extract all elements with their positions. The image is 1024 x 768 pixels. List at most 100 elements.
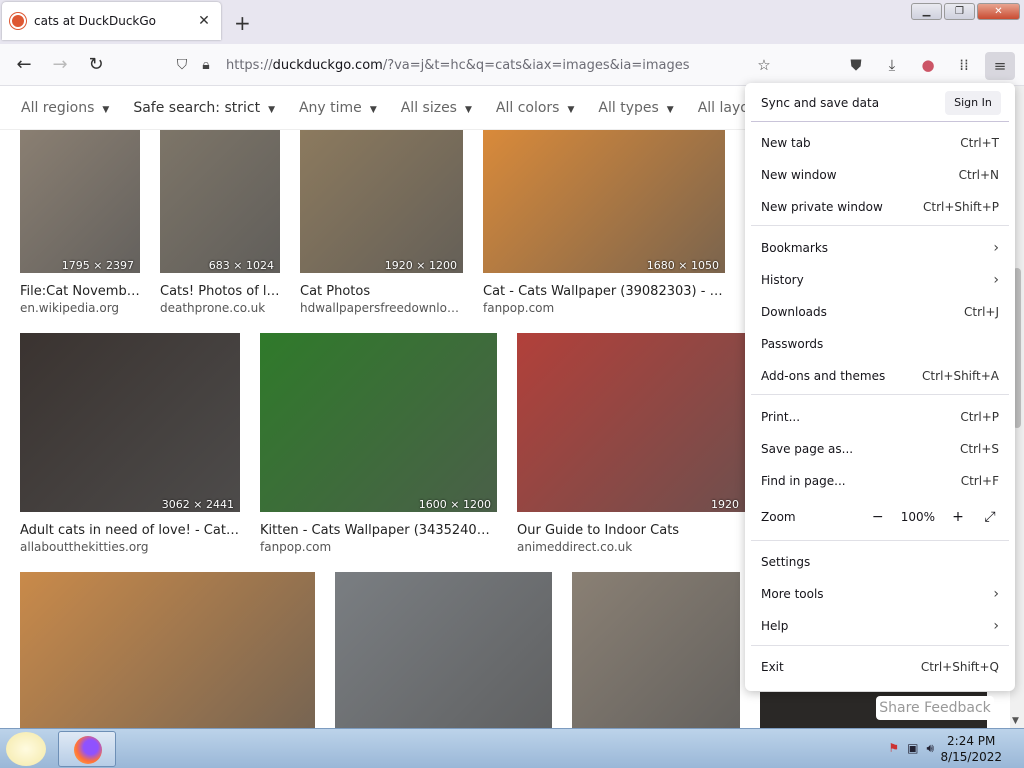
menu-history[interactable]: History › [761, 270, 999, 290]
result-title[interactable]: File:Cat November... [20, 284, 140, 299]
image-result[interactable]: 1795 × 2397 File:Cat November... en.wiki… [20, 130, 140, 315]
filter-time[interactable]: Any time ▼ [299, 100, 377, 116]
result-thumbnail[interactable]: 1600 × 1200 [260, 333, 497, 512]
volume-icon[interactable]: 🔊︎ [926, 741, 934, 756]
menu-more-tools[interactable]: More tools › [761, 584, 999, 604]
image-result[interactable]: 1920 Our Guide to Indoor Cats animeddire… [517, 333, 745, 554]
result-title[interactable]: Kitten - Cats Wallpaper (34352405) - F..… [260, 523, 497, 538]
fullscreen-icon[interactable]: ⤢ [981, 509, 999, 525]
menu-bookmarks[interactable]: Bookmarks › [761, 238, 999, 258]
filter-types[interactable]: All types ▼ [598, 100, 673, 116]
reload-icon[interactable]: ↻ [84, 53, 108, 77]
window-close-button[interactable]: ✕ [977, 3, 1020, 20]
menu-help[interactable]: Help › [761, 616, 999, 636]
minimize-button[interactable]: ▁ [911, 3, 942, 20]
image-dimensions: 1795 × 2397 [61, 259, 134, 272]
bookmark-star-icon[interactable]: ☆ [754, 56, 774, 76]
image-result[interactable]: 1680 × 1050 Cat - Cats Wallpaper (390823… [483, 130, 725, 315]
result-thumbnail[interactable]: 1680 × 1050 [483, 130, 725, 273]
result-thumbnail[interactable]: 1920 [517, 333, 745, 512]
menu-label: Find in page... [761, 474, 846, 488]
result-title[interactable]: Cat - Cats Wallpaper (39082303) - Fan... [483, 284, 725, 299]
result-thumbnail[interactable]: 1920 × 1200 [300, 130, 463, 273]
menu-separator [751, 394, 1009, 395]
back-icon[interactable]: ← [12, 53, 36, 77]
menu-shortcut: Ctrl+J [964, 305, 999, 319]
menu-find-in-page[interactable]: Find in page... Ctrl+F [761, 471, 999, 491]
image-result[interactable]: 1600 × 1200 Kitten - Cats Wallpaper (343… [260, 333, 497, 554]
zoom-out-button[interactable]: − [869, 509, 887, 525]
zoom-in-button[interactable]: + [949, 509, 967, 525]
menu-new-window[interactable]: New window Ctrl+N [761, 165, 999, 185]
menu-addons[interactable]: Add-ons and themes Ctrl+Shift+A [761, 366, 999, 386]
start-button[interactable] [6, 732, 46, 766]
action-center-icon[interactable]: ⚑ [888, 741, 899, 756]
menu-shortcut: Ctrl+S [959, 442, 999, 456]
menu-save-page[interactable]: Save page as... Ctrl+S [761, 439, 999, 459]
sign-in-button[interactable]: Sign In [945, 91, 1001, 115]
new-tab-button[interactable]: + [234, 11, 251, 35]
result-title[interactable]: Our Guide to Indoor Cats [517, 523, 745, 538]
result-thumbnail[interactable]: 3062 × 2441 [20, 333, 240, 512]
result-thumbnail[interactable]: 683 × 1024 [160, 130, 280, 273]
sync-label: Sync and save data [761, 96, 880, 110]
system-clock[interactable]: 2:24 PM 8/15/2022 [940, 733, 1002, 765]
share-feedback-button[interactable]: Share Feedback [876, 696, 994, 720]
downloads-icon[interactable]: ⤓ [882, 56, 902, 76]
scroll-down-icon[interactable]: ▼ [1012, 716, 1019, 726]
menu-label: Bookmarks [761, 241, 829, 255]
restore-button[interactable]: ❐ [944, 3, 975, 20]
filter-regions[interactable]: All regions ▼ [21, 100, 109, 116]
menu-label: More tools [761, 587, 824, 601]
menu-exit[interactable]: Exit Ctrl+Shift+Q [761, 657, 999, 677]
taskbar-firefox-button[interactable] [58, 731, 116, 767]
result-title[interactable]: Cat Photos [300, 284, 463, 299]
result-source[interactable]: fanpop.com [483, 301, 725, 315]
result-source[interactable]: fanpop.com [260, 540, 497, 554]
result-source[interactable]: en.wikipedia.org [20, 301, 140, 315]
menu-new-private-window[interactable]: New private window Ctrl+Shift+P [761, 197, 999, 217]
result-source[interactable]: animeddirect.co.uk [517, 540, 745, 554]
menu-shortcut: Ctrl+F [960, 474, 999, 488]
filter-colors[interactable]: All colors ▼ [496, 100, 575, 116]
image-result[interactable]: 1920 × 1200 Cat Photos hdwallpapersfreed… [300, 130, 463, 315]
menu-downloads[interactable]: Downloads Ctrl+J [761, 302, 999, 322]
image-result[interactable] [20, 572, 315, 730]
url-text[interactable]: https://duckduckgo.com/?va=j&t=hc&q=cats… [226, 58, 690, 73]
result-title[interactable]: Adult cats in need of love! - Cat & Ki..… [20, 523, 240, 538]
image-result[interactable]: 683 × 1024 Cats! Photos of lot... deathp… [160, 130, 280, 315]
filter-label: All colors [495, 99, 560, 116]
result-thumbnail[interactable]: 1795 × 2397 [20, 130, 140, 273]
menu-label: Downloads [761, 305, 827, 319]
zoom-level[interactable]: 100% [901, 510, 935, 524]
menu-label: Settings [761, 555, 811, 569]
filter-safe-search[interactable]: Safe search: strict ▼ [133, 100, 275, 116]
account-icon[interactable]: ● [918, 56, 938, 76]
result-source[interactable]: deathprone.co.uk [160, 301, 280, 315]
image-dimensions: 1920 [711, 498, 739, 511]
menu-print[interactable]: Print... Ctrl+P [761, 407, 999, 427]
menu-new-tab[interactable]: New tab Ctrl+T [761, 133, 999, 153]
image-result[interactable]: 3062 × 2441 Adult cats in need of love! … [20, 333, 240, 554]
address-bar[interactable]: ⛉ 🔒︎ https://duckduckgo.com/?va=j&t=hc&q… [170, 50, 784, 80]
shield-icon[interactable]: ⛉ [170, 57, 194, 73]
lock-icon[interactable]: 🔒︎ [194, 57, 218, 73]
close-tab-icon[interactable]: ✕ [195, 13, 213, 29]
image-result[interactable] [572, 572, 740, 730]
result-thumbnail[interactable] [20, 572, 315, 730]
forward-icon[interactable]: → [48, 53, 72, 77]
menu-settings[interactable]: Settings [761, 552, 999, 572]
tab-active[interactable]: cats at DuckDuckGo ✕ [2, 2, 221, 40]
result-thumbnail[interactable] [335, 572, 552, 730]
network-icon[interactable]: ▣ [907, 741, 918, 756]
image-result[interactable] [335, 572, 552, 730]
menu-icon[interactable]: ≡ [985, 52, 1015, 80]
result-thumbnail[interactable] [572, 572, 740, 730]
result-source[interactable]: allaboutthekitties.org [20, 540, 240, 554]
menu-passwords[interactable]: Passwords [761, 334, 999, 354]
result-title[interactable]: Cats! Photos of lot... [160, 284, 280, 299]
filter-sizes[interactable]: All sizes ▼ [401, 100, 472, 116]
pocket-icon[interactable]: ⛊ [846, 56, 866, 76]
result-source[interactable]: hdwallpapersfreedownload.... [300, 301, 463, 315]
extension-icon[interactable]: ⁞⁞ [954, 56, 974, 76]
